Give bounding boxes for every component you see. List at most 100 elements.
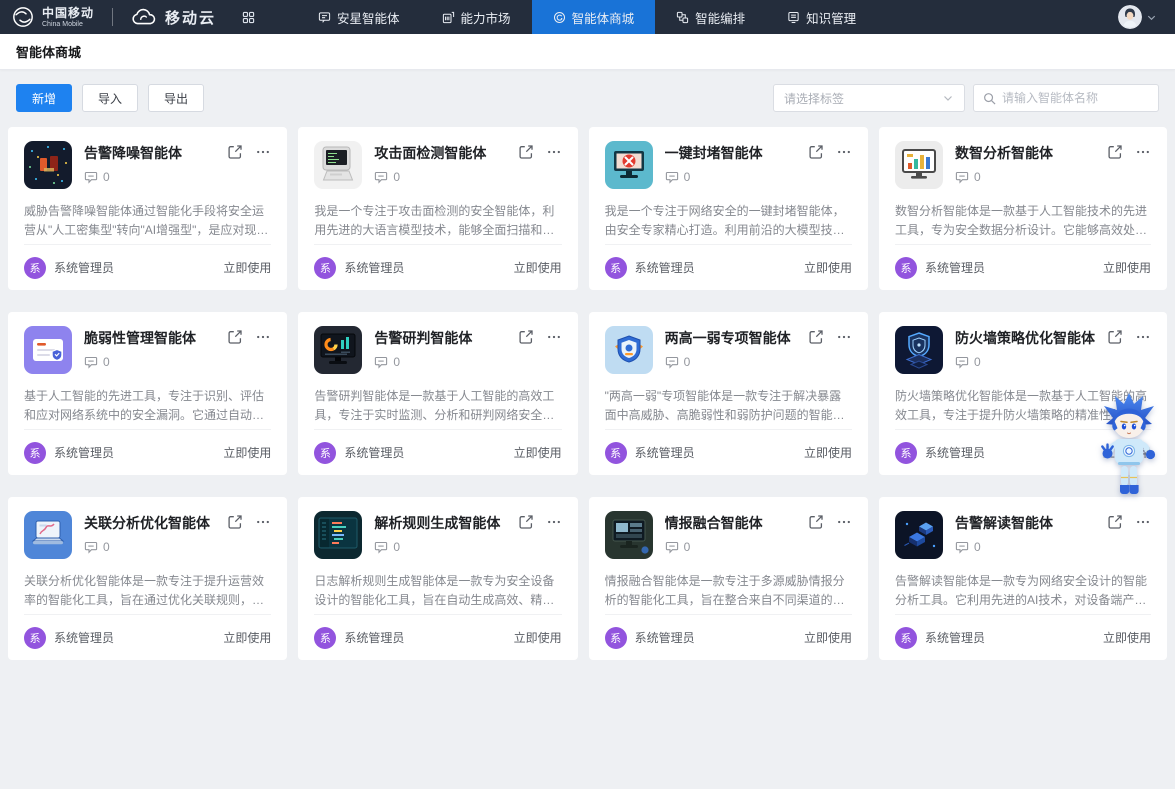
use-now-link[interactable]: 立即使用 <box>1103 444 1151 461</box>
use-now-link[interactable]: 立即使用 <box>1103 259 1151 276</box>
more-actions-icon[interactable] <box>836 514 852 530</box>
use-now-link[interactable]: 立即使用 <box>223 444 271 461</box>
use-now-link[interactable]: 立即使用 <box>1103 629 1151 646</box>
share-icon[interactable] <box>1107 144 1123 160</box>
owner-avatar: 系 <box>314 627 336 649</box>
more-actions-icon[interactable] <box>255 329 271 345</box>
nav-item-label: 能力市场 <box>461 8 511 27</box>
share-icon[interactable] <box>227 329 243 345</box>
owner-name: 系统管理员 <box>635 629 695 646</box>
tag-select[interactable]: 请选择标签 <box>773 84 965 112</box>
comment-count: 0 <box>103 540 110 554</box>
agent-description: "两高一弱"专项智能体是一款专注于解决暴露面中高威胁、高脆弱性和弱防护问题的智能… <box>605 387 852 426</box>
share-icon[interactable] <box>227 144 243 160</box>
more-actions-icon[interactable] <box>546 329 562 345</box>
owner-avatar: 系 <box>895 442 917 464</box>
more-actions-icon[interactable] <box>836 144 852 160</box>
owner-name: 系统管理员 <box>54 259 114 276</box>
share-icon[interactable] <box>808 329 824 345</box>
page-title-bar: 智能体商城 <box>0 34 1175 70</box>
owner-name: 系统管理员 <box>344 629 404 646</box>
donut-monitor-thumbnail <box>314 326 362 374</box>
user-avatar[interactable] <box>1118 5 1142 29</box>
shield-bot-thumbnail <box>605 326 653 374</box>
agent-card[interactable]: 防火墙策略优化智能体 0 防火墙策略优化智能体是一款基于人工智能的高效工具，专注… <box>879 312 1167 475</box>
share-icon[interactable] <box>518 514 534 530</box>
share-icon[interactable] <box>518 144 534 160</box>
tag-select-placeholder: 请选择标签 <box>784 90 942 107</box>
agent-card[interactable]: 告警研判智能体 0 告警研判智能体是一款基于人工智能的高效工具，专注于实时监测、… <box>298 312 577 475</box>
use-now-link[interactable]: 立即使用 <box>514 629 562 646</box>
use-now-link[interactable]: 立即使用 <box>804 259 852 276</box>
more-actions-icon[interactable] <box>1135 144 1151 160</box>
brand-divider <box>112 8 113 26</box>
share-icon[interactable] <box>1107 514 1123 530</box>
use-now-link[interactable]: 立即使用 <box>514 444 562 461</box>
share-icon[interactable] <box>808 514 824 530</box>
add-button[interactable]: 新增 <box>16 84 72 112</box>
more-actions-icon[interactable] <box>836 329 852 345</box>
agent-title: 关联分析优化智能体 <box>84 511 215 533</box>
agent-search[interactable] <box>973 84 1159 112</box>
agent-title: 攻击面检测智能体 <box>374 141 505 163</box>
chat-agent-icon <box>318 11 331 24</box>
use-now-link[interactable]: 立即使用 <box>804 629 852 646</box>
scatter-dark-thumbnail <box>24 141 72 189</box>
more-actions-icon[interactable] <box>546 514 562 530</box>
owner-name: 系统管理员 <box>925 259 985 276</box>
share-icon[interactable] <box>227 514 243 530</box>
more-actions-icon[interactable] <box>1135 329 1151 345</box>
owner-avatar: 系 <box>895 257 917 279</box>
page-title: 智能体商城 <box>16 42 81 61</box>
dashboard-dark-thumbnail <box>605 511 653 559</box>
agent-card[interactable]: 关联分析优化智能体 0 关联分析优化智能体是一款专注于提升运营效率的智能化工具，… <box>8 497 287 660</box>
agent-card[interactable]: 告警解读智能体 0 告警解读智能体是一款专为网络安全设计的智能分析工具。它利用先… <box>879 497 1167 660</box>
retro-computer-thumbnail <box>314 141 362 189</box>
nav-item-orchestration[interactable]: 智能编排 <box>655 0 766 34</box>
use-now-link[interactable]: 立即使用 <box>804 444 852 461</box>
use-now-link[interactable]: 立即使用 <box>514 259 562 276</box>
user-menu[interactable] <box>1118 0 1175 34</box>
agent-card[interactable]: 一键封堵智能体 0 我是一个专注于网络安全的一键封堵智能体，由安全专家精心打造。… <box>589 127 868 290</box>
nav-item-anxing-agent[interactable]: 安星智能体 <box>297 0 421 34</box>
agent-title: 两高一弱专项智能体 <box>665 326 796 348</box>
agent-card[interactable]: 告警降噪智能体 0 威胁告警降噪智能体通过智能化手段将安全运营从"人工密集型"转… <box>8 127 287 290</box>
comment-icon <box>665 355 679 369</box>
agent-description: 我是一个专注于网络安全的一键封堵智能体，由安全专家精心打造。利用前沿的大模型技术… <box>605 202 852 241</box>
share-icon[interactable] <box>808 144 824 160</box>
more-actions-icon[interactable] <box>255 144 271 160</box>
comment-icon <box>84 355 98 369</box>
owner-name: 系统管理员 <box>635 444 695 461</box>
apps-grid-icon[interactable] <box>242 0 255 34</box>
nav-item-agent-store[interactable]: 智能体商城 <box>532 0 656 34</box>
agent-title: 解析规则生成智能体 <box>374 511 505 533</box>
more-actions-icon[interactable] <box>546 144 562 160</box>
cmcc-swirl-icon <box>12 6 34 28</box>
owner-name: 系统管理员 <box>344 444 404 461</box>
agent-card[interactable]: 攻击面检测智能体 0 我是一个专注于攻击面检测的安全智能体，利用先进的大语言模型… <box>298 127 577 290</box>
use-now-link[interactable]: 立即使用 <box>223 629 271 646</box>
agent-card[interactable]: 两高一弱专项智能体 0 "两高一弱"专项智能体是一款专注于解决暴露面中高威胁、高… <box>589 312 868 475</box>
comment-count: 0 <box>974 355 981 369</box>
agent-card[interactable]: 情报融合智能体 0 情报融合智能体是一款专注于多源威胁情报分析的智能化工具，旨在… <box>589 497 868 660</box>
owner-avatar: 系 <box>605 627 627 649</box>
share-icon[interactable] <box>1107 329 1123 345</box>
agent-title: 告警研判智能体 <box>374 326 505 348</box>
agent-card[interactable]: 解析规则生成智能体 0 日志解析规则生成智能体是一款专为安全设备设计的智能化工具… <box>298 497 577 660</box>
import-button[interactable]: 导入 <box>82 84 138 112</box>
laptop-blue-thumbnail <box>24 511 72 559</box>
nav-item-capability-market[interactable]: 能力市场 <box>421 0 532 34</box>
owner-name: 系统管理员 <box>635 259 695 276</box>
search-input[interactable] <box>1002 91 1149 105</box>
use-now-link[interactable]: 立即使用 <box>223 259 271 276</box>
owner-avatar: 系 <box>314 257 336 279</box>
owner-name: 系统管理员 <box>54 444 114 461</box>
share-icon[interactable] <box>518 329 534 345</box>
agent-card[interactable]: 脆弱性管理智能体 0 基于人工智能的先进工具，专注于识别、评估和应对网络系统中的… <box>8 312 287 475</box>
nav-item-knowledge[interactable]: 知识管理 <box>766 0 877 34</box>
export-button[interactable]: 导出 <box>148 84 204 112</box>
owner-name: 系统管理员 <box>925 444 985 461</box>
more-actions-icon[interactable] <box>255 514 271 530</box>
agent-card[interactable]: 数智分析智能体 0 数智分析智能体是一款基于人工智能技术的先进工具，专为安全数据… <box>879 127 1167 290</box>
more-actions-icon[interactable] <box>1135 514 1151 530</box>
